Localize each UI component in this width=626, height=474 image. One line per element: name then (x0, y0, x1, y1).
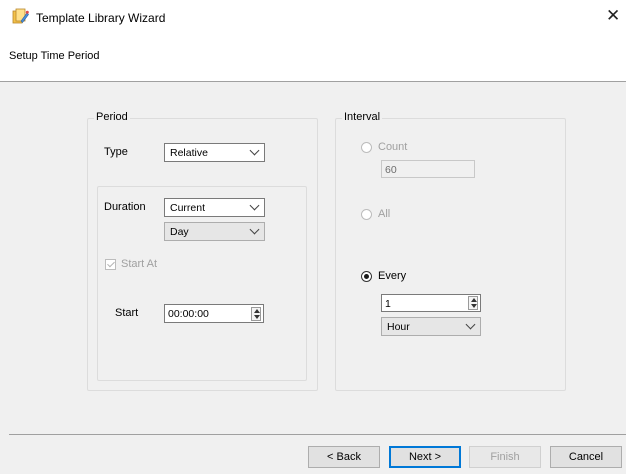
count-label: Count (378, 141, 408, 153)
step-title: Setup Time Period (9, 50, 100, 62)
start-label: Start (115, 307, 139, 319)
start-at-label: Start At (121, 258, 158, 270)
period-legend: Period (94, 111, 130, 123)
duration-select[interactable]: Current (164, 198, 265, 217)
count-value: 60 (385, 164, 397, 176)
back-button[interactable]: < Back (308, 446, 380, 468)
every-input[interactable]: 1 (381, 294, 481, 312)
every-radio[interactable] (361, 271, 372, 282)
start-time-value: 00:00:00 (168, 308, 209, 320)
type-label: Type (104, 146, 128, 158)
every-unit-value: Hour (387, 321, 410, 333)
next-button[interactable]: Next > (389, 446, 461, 468)
duration-select-value: Current (170, 202, 206, 214)
every-unit-select[interactable]: Hour (381, 317, 481, 336)
count-radio[interactable] (361, 142, 372, 153)
window-title: Template Library Wizard (36, 11, 166, 25)
interval-legend: Interval (342, 111, 383, 123)
footer-divider (9, 434, 626, 435)
every-label: Every (378, 270, 407, 282)
chevron-down-icon (465, 319, 476, 330)
close-icon[interactable]: ✕ (606, 6, 620, 26)
interval-group (335, 118, 566, 391)
chevron-down-icon (249, 200, 260, 211)
start-time-input[interactable]: 00:00:00 (164, 304, 264, 323)
all-label: All (378, 208, 391, 220)
duration-unit-value: Day (170, 226, 189, 238)
every-value: 1 (385, 298, 391, 310)
chevron-down-icon (249, 145, 260, 156)
type-select[interactable]: Relative (164, 143, 265, 162)
count-input[interactable]: 60 (381, 160, 475, 178)
cancel-button[interactable]: Cancel (550, 446, 622, 468)
all-radio[interactable] (361, 209, 372, 220)
duration-unit-select[interactable]: Day (164, 222, 265, 241)
finish-button[interactable]: Finish (469, 446, 541, 468)
chevron-down-icon (249, 224, 260, 235)
spinner-icon[interactable] (251, 307, 261, 321)
duration-label: Duration (104, 201, 146, 213)
type-select-value: Relative (170, 147, 208, 159)
wizard-app-icon (12, 8, 29, 25)
start-at-checkbox[interactable] (105, 259, 116, 270)
spinner-icon[interactable] (468, 296, 478, 310)
